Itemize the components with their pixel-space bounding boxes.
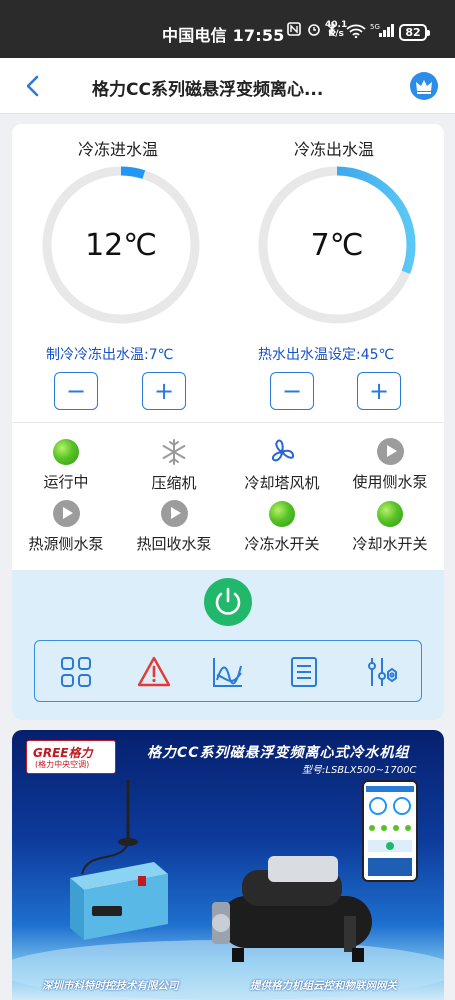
- heating-setpoint-label: 热水出水温设定:45℃: [258, 347, 395, 363]
- brand-subtitle: (格力中央空调): [35, 760, 90, 769]
- pump-icon: [376, 438, 404, 465]
- device-panel: 冷冻进水温 12℃ 冷冻出水温 7℃ 制冷冷冻出水温:7℃ 热水出水温设定:45…: [12, 124, 444, 720]
- pump-icon: [52, 500, 80, 527]
- battery-indicator: 82: [399, 24, 430, 41]
- chart-icon[interactable]: [211, 655, 245, 689]
- chevron-left-icon: [26, 75, 39, 97]
- status-heat-source-pump: 热源侧水泵: [12, 500, 120, 554]
- plus-icon: +: [153, 377, 175, 405]
- net-speed-unit: K/s: [328, 29, 344, 39]
- inlet-temp-value: 12℃: [85, 227, 157, 263]
- status-label: 压缩机: [151, 474, 197, 492]
- function-toolbar: [34, 640, 422, 702]
- phone-screen: [366, 786, 414, 876]
- section-divider: [12, 422, 444, 423]
- alarm-clock-icon: [308, 24, 320, 36]
- phone-mockup: [362, 780, 418, 882]
- outlet-temp-title: 冷冻出水温: [294, 140, 375, 159]
- minus-icon: −: [281, 377, 303, 405]
- status-cooling-water-switch: 冷却水开关: [336, 500, 444, 554]
- heating-increase-button[interactable]: +: [357, 372, 401, 410]
- status-label: 热源侧水泵: [28, 535, 104, 553]
- grid-icon[interactable]: [59, 655, 93, 689]
- cooling-increase-button[interactable]: +: [142, 372, 186, 410]
- inlet-temp-title: 冷冻进水温: [78, 140, 159, 159]
- gree-logo: GREE格力 (格力中央空调): [26, 740, 116, 774]
- signal-icon: 5G: [370, 23, 394, 37]
- list-icon[interactable]: [287, 655, 321, 689]
- alarm-icon[interactable]: [137, 655, 171, 689]
- green-dot-icon: [377, 501, 403, 527]
- nfc-icon: [287, 22, 301, 36]
- crown-icon: [416, 80, 432, 94]
- vip-button[interactable]: [410, 72, 438, 100]
- plus-icon: +: [368, 377, 390, 405]
- status-chilled-water-switch: 冷冻水开关: [228, 500, 336, 554]
- status-running: 运行中: [12, 438, 120, 492]
- carrier-time: 中国电信 17:55: [162, 26, 285, 45]
- outlet-temp-gauge: 7℃: [254, 162, 420, 328]
- product-banner[interactable]: GREE格力 (格力中央空调) 格力CC系列磁悬浮变频离心式冷水机组 型号:LS…: [12, 730, 444, 1000]
- heating-decrease-button[interactable]: −: [270, 372, 314, 410]
- status-label: 冷冻水开关: [244, 535, 320, 553]
- status-label: 冷却水开关: [352, 535, 428, 553]
- back-button[interactable]: [20, 72, 48, 100]
- status-label: 运行中: [43, 473, 89, 491]
- status-label: 冷却塔风机: [244, 474, 320, 492]
- fan-icon: [271, 439, 295, 462]
- app-header: 格力CC系列磁悬浮变频离心...: [0, 58, 455, 114]
- status-compressor: 压缩机: [120, 438, 228, 493]
- status-label: 使用侧水泵: [352, 473, 428, 491]
- power-icon: [215, 587, 241, 615]
- page-title: 格力CC系列磁悬浮变频离心...: [92, 80, 324, 100]
- banner-model: 型号:LSBLX500~1700C: [302, 765, 417, 776]
- settings-icon[interactable]: [365, 655, 399, 689]
- green-dot-icon: [53, 439, 79, 465]
- inlet-temp-gauge: 12℃: [38, 162, 204, 328]
- status-bar: 中国电信 17:55 40.1 K/s 5G 82: [0, 0, 455, 58]
- status-label: 热回收水泵: [136, 535, 212, 553]
- power-button[interactable]: [204, 578, 252, 626]
- snowflake-icon: [162, 439, 186, 465]
- status-heat-recovery-pump: 热回收水泵: [120, 500, 228, 554]
- banner-company: 深圳市科特时控技术有限公司: [42, 980, 179, 992]
- banner-service: 提供格力机组云控和物联网网关: [250, 980, 397, 992]
- minus-icon: −: [65, 377, 87, 405]
- pump-icon: [160, 500, 188, 527]
- status-user-side-pump: 使用侧水泵: [336, 438, 444, 492]
- signal-5g-label: 5G: [370, 23, 380, 31]
- status-cooling-tower-fan: 冷却塔风机: [228, 438, 336, 493]
- green-dot-icon: [269, 501, 295, 527]
- banner-title: 格力CC系列磁悬浮变频离心式冷水机组: [147, 745, 410, 761]
- cooling-decrease-button[interactable]: −: [54, 372, 98, 410]
- wifi-icon: [346, 24, 366, 38]
- outlet-temp-value: 7℃: [310, 227, 364, 263]
- net-speed: 40.1 K/s: [325, 21, 347, 39]
- cooling-setpoint-label: 制冷冷冻出水温:7℃: [46, 347, 174, 363]
